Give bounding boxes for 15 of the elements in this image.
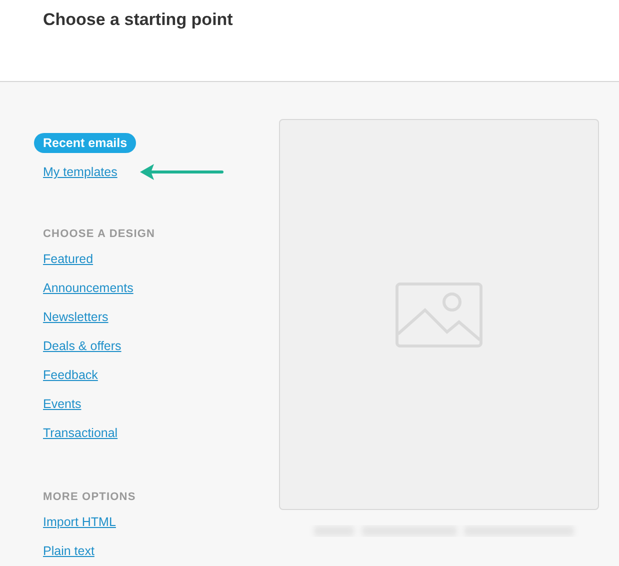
design-link[interactable]: Events bbox=[43, 396, 82, 412]
selected-nav-item[interactable]: Recent emails bbox=[34, 133, 136, 153]
section-heading: MORE OPTIONS bbox=[43, 491, 136, 503]
design-link[interactable]: Plain text bbox=[43, 543, 94, 559]
nav-link[interactable]: My templates bbox=[34, 162, 126, 182]
page-title: Choose a starting point bbox=[43, 10, 234, 30]
design-link[interactable]: Import HTML bbox=[43, 514, 116, 530]
design-link[interactable]: Feedback bbox=[43, 367, 98, 383]
section-heading: CHOOSE A DESIGN bbox=[43, 228, 156, 240]
design-link[interactable]: Deals & offers bbox=[43, 338, 122, 354]
design-link[interactable]: Transactional bbox=[43, 425, 118, 441]
arrow-icon bbox=[140, 163, 224, 181]
design-link[interactable]: Newsletters bbox=[43, 309, 108, 325]
design-link[interactable]: Announcements bbox=[43, 280, 134, 296]
design-link[interactable]: Featured bbox=[43, 251, 94, 267]
